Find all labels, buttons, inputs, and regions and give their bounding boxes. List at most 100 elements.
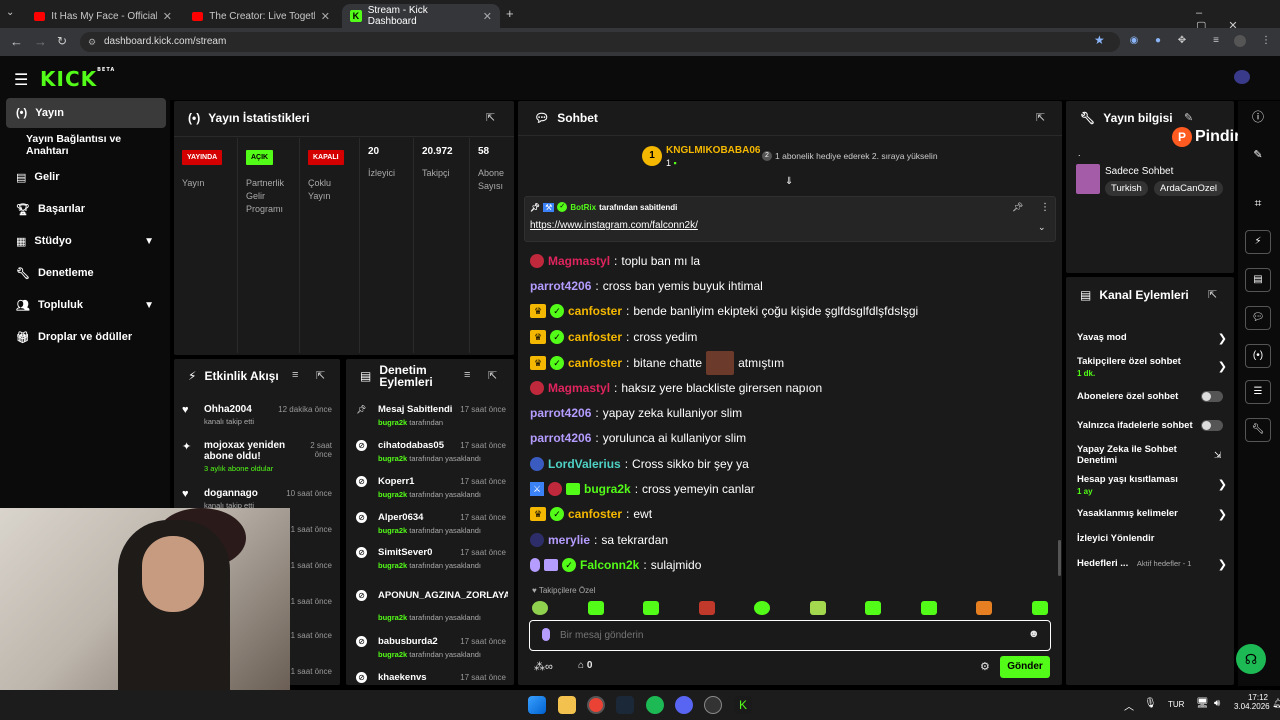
top-gifter-name[interactable]: KNGLMIKOBABA06 bbox=[666, 145, 760, 156]
browser-tab-1[interactable]: It Has My Face - Official Version ✕ bbox=[26, 4, 180, 28]
menu-dots-icon[interactable]: ⋮ bbox=[1260, 35, 1272, 47]
emote-icon[interactable] bbox=[809, 601, 826, 615]
emote-icon[interactable] bbox=[754, 601, 771, 615]
edit-pencil-icon[interactable]: ✎ bbox=[1184, 111, 1193, 124]
emote-icon[interactable] bbox=[976, 601, 993, 615]
sidebar-item-studyo[interactable]: ▦ Stüdyo ▼ bbox=[6, 226, 166, 256]
subs-only-toggle[interactable] bbox=[1201, 391, 1223, 402]
steam-icon[interactable] bbox=[616, 696, 634, 714]
extension-icon[interactable]: ● bbox=[1152, 35, 1164, 47]
clock[interactable]: 17:12 3.04.2026 bbox=[1234, 693, 1270, 711]
notification-bell-icon[interactable]: 🔔︎ bbox=[1272, 698, 1280, 709]
sidebar-item-droplar[interactable]: 🎁︎ Droplar ve ödüller bbox=[6, 322, 166, 352]
emote-icon[interactable] bbox=[1031, 601, 1048, 615]
reload-icon[interactable]: ↻ bbox=[57, 34, 67, 48]
spotify-icon[interactable] bbox=[646, 696, 664, 714]
sidebar-item-gelir[interactable]: ▤ Gelir bbox=[6, 162, 166, 192]
volume-icon[interactable]: 🔊︎ bbox=[1214, 698, 1220, 709]
lightning-icon[interactable]: ⚡︎ bbox=[1240, 226, 1276, 256]
emote-icon[interactable] bbox=[920, 601, 937, 615]
obs-icon[interactable] bbox=[704, 696, 722, 714]
sidebar-item-basarilar[interactable]: 🏆︎ Başarılar bbox=[6, 194, 166, 224]
list-icon[interactable]: ☰ bbox=[1240, 376, 1276, 406]
emotes-only-toggle[interactable] bbox=[1201, 420, 1223, 431]
notes-icon[interactable]: ▤ bbox=[1240, 264, 1276, 294]
goals-item[interactable]: Hedefleri ... Aktif hedefler - 1 ❯ bbox=[1077, 558, 1227, 572]
banned-words-item[interactable]: Yasaklanmış kelimeler ❯ bbox=[1077, 508, 1227, 522]
discord-icon[interactable] bbox=[675, 696, 693, 714]
chat-message-input[interactable] bbox=[560, 626, 1010, 644]
user-avatar[interactable] bbox=[1234, 70, 1250, 84]
slow-mode-item[interactable]: Yavaş mod ❯ bbox=[1077, 332, 1227, 346]
close-icon[interactable]: ✕ bbox=[321, 10, 330, 23]
kick-app-icon[interactable]: K bbox=[734, 696, 752, 714]
url-input[interactable]: ⚙ dashboard.kick.com/stream bbox=[80, 32, 1120, 52]
tray-chevron-up-icon[interactable]: ︿ bbox=[1124, 698, 1134, 713]
sidebar-item-topluluk[interactable]: 👥︎ Topluluk ▼ bbox=[6, 290, 166, 320]
broadcast-icon[interactable]: (•) bbox=[1240, 340, 1276, 370]
tab-search-icon[interactable]: ⌄ bbox=[6, 7, 14, 18]
popout-icon[interactable]: ⇱ bbox=[1208, 288, 1217, 301]
send-button[interactable]: Gönder bbox=[1000, 656, 1050, 678]
close-icon[interactable]: ✕ bbox=[163, 10, 172, 23]
windows-start-icon[interactable] bbox=[528, 696, 546, 714]
chat-bubble-icon[interactable]: 💬︎ bbox=[1240, 302, 1276, 332]
subs-only-item[interactable]: Abonelere özel sohbet bbox=[1077, 391, 1227, 405]
site-info-icon[interactable]: ⚙ bbox=[88, 32, 96, 52]
sidebar-item-yayin[interactable]: (•) Yayın bbox=[6, 98, 166, 128]
unpin-icon[interactable]: 📌︎ bbox=[1012, 202, 1023, 213]
chevron-down-icon[interactable]: ⌄ bbox=[1038, 222, 1046, 233]
followers-only-item[interactable]: Takipçilere özel sohbet 1 dk. ❯ bbox=[1077, 356, 1227, 378]
emote-icon[interactable] bbox=[643, 601, 660, 615]
edit-pencil-icon[interactable]: ✎ bbox=[1240, 140, 1276, 170]
chat-settings-gear-icon[interactable]: ⚙ bbox=[980, 660, 990, 673]
file-explorer-icon[interactable] bbox=[558, 696, 576, 714]
raid-item[interactable]: İzleyici Yönlendir bbox=[1077, 533, 1227, 547]
mic-tray-icon[interactable]: 🎙︎ bbox=[1144, 698, 1157, 709]
close-icon[interactable]: ✕ bbox=[483, 10, 492, 23]
back-icon[interactable]: ← bbox=[10, 34, 23, 49]
hamburger-menu-icon[interactable]: ☰ bbox=[14, 70, 28, 90]
forward-icon[interactable]: → bbox=[34, 34, 47, 49]
kick-logo[interactable]: KICKBETA bbox=[40, 67, 115, 91]
clip-icon[interactable]: ⌗ bbox=[1240, 188, 1276, 218]
filter-icon[interactable]: ≡ bbox=[464, 369, 470, 381]
chrome-icon[interactable] bbox=[587, 696, 605, 714]
emote-icon[interactable] bbox=[532, 601, 548, 615]
new-tab-icon[interactable]: + bbox=[506, 6, 514, 21]
reading-list-icon[interactable]: ≡ bbox=[1210, 35, 1222, 47]
popout-icon[interactable]: ⇱ bbox=[1036, 111, 1045, 124]
browser-tab-3[interactable]: K Stream - Kick Dashboard ✕ bbox=[342, 4, 500, 28]
ai-moderation-item[interactable]: Yapay Zeka ile Sohbet Denetimi bbox=[1077, 444, 1197, 466]
store-counter[interactable]: ⌂ 0 bbox=[578, 660, 592, 671]
extension-icon[interactable]: ◉ bbox=[1128, 35, 1140, 47]
popout-icon[interactable]: ⇱ bbox=[316, 369, 325, 382]
emote-icon[interactable] bbox=[698, 601, 715, 615]
pinned-link[interactable]: https://www.instagram.com/falconn2k/ bbox=[530, 220, 698, 231]
collapse-arrow-icon[interactable]: ⇓ bbox=[785, 176, 793, 187]
popout-icon[interactable]: ⇱ bbox=[488, 369, 497, 382]
emotes-only-item[interactable]: Yalnızca ifadelerle sohbet bbox=[1077, 420, 1227, 434]
language-indicator[interactable]: TUR bbox=[1168, 700, 1184, 709]
extensions-puzzle-icon[interactable]: ✥ bbox=[1176, 35, 1188, 47]
sidebar-item-stream-key[interactable]: Yayın Bağlantısı ve Anahtarı bbox=[6, 130, 166, 160]
emote-icon[interactable] bbox=[865, 601, 882, 615]
emote-icon[interactable] bbox=[587, 601, 604, 615]
profile-avatar[interactable] bbox=[1234, 35, 1246, 47]
tag-chip[interactable]: ArdaCanOzel bbox=[1154, 181, 1224, 196]
support-headset-icon[interactable]: ☊ bbox=[1236, 644, 1266, 674]
external-link-icon[interactable]: ⇲ bbox=[1214, 450, 1222, 461]
wrench-icon[interactable]: 🔧︎ bbox=[1240, 414, 1276, 444]
network-icon[interactable]: 🖥︎ bbox=[1196, 698, 1209, 709]
sidebar-item-denetleme[interactable]: 🔧︎ Denetleme bbox=[6, 258, 166, 288]
channel-points-icon[interactable]: ⁂∞ bbox=[534, 660, 553, 673]
popout-icon[interactable]: ⇱ bbox=[486, 111, 495, 124]
account-age-item[interactable]: Hesap yaşı kısıtlaması 1 ay ❯ bbox=[1077, 474, 1227, 496]
more-dots-icon[interactable]: ⋮ bbox=[1040, 202, 1050, 213]
browser-tab-2[interactable]: The Creator: Live Together - Offi ✕ bbox=[184, 4, 338, 28]
chat-scrollbar[interactable] bbox=[1058, 540, 1061, 576]
category-name[interactable]: Sadece Sohbet bbox=[1105, 166, 1173, 177]
bookmark-star-icon[interactable]: ★ bbox=[1094, 33, 1105, 47]
emoji-icon[interactable]: ☻ bbox=[1028, 628, 1040, 640]
mic-icon[interactable] bbox=[542, 628, 550, 641]
